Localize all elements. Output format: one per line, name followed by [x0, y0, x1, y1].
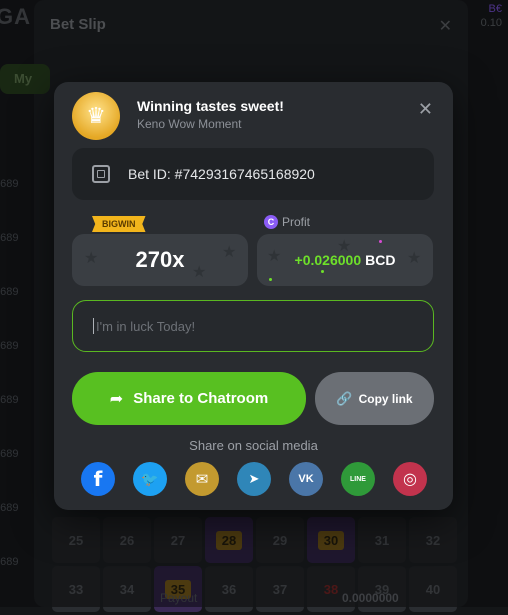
- big-win-share-modal: ♛ Winning tastes sweet! Keno Wow Moment …: [54, 82, 453, 510]
- profit-value: +0.026000: [294, 252, 362, 268]
- crown-badge-icon: ♛: [72, 92, 120, 140]
- social-share-row: f 🐦 ✉ ➤ VK LINE ◎: [81, 462, 427, 496]
- instagram-icon[interactable]: ◎: [393, 462, 427, 496]
- message-placeholder: I'm in luck Today!: [96, 318, 196, 334]
- line-icon[interactable]: LINE: [341, 462, 375, 496]
- share-arrow-icon: ➦: [109, 390, 124, 408]
- share-to-chatroom-button[interactable]: ➦ Share to Chatroom: [72, 372, 306, 425]
- profit-label: C Profit: [264, 215, 310, 229]
- vk-icon[interactable]: VK: [289, 462, 323, 496]
- copy-link-button[interactable]: 🔗 Copy link: [315, 372, 434, 425]
- close-icon[interactable]: ✕: [418, 99, 433, 120]
- multiplier-box: ★ ★ ★ 270x: [72, 234, 248, 286]
- star-decoration-icon: ★: [267, 248, 282, 265]
- twitter-icon[interactable]: 🐦: [133, 462, 167, 496]
- star-decoration-icon: ★: [192, 264, 207, 281]
- link-icon: 🔗: [336, 390, 353, 406]
- modal-title: Winning tastes sweet!: [137, 98, 284, 114]
- bcd-coin-icon: C: [264, 215, 278, 229]
- sparkle-icon: [269, 278, 272, 281]
- star-decoration-icon: ★: [84, 250, 99, 267]
- text-caret: [93, 318, 94, 334]
- bet-id-box: Bet ID: #74293167465168920: [72, 148, 434, 200]
- bet-id-icon: [92, 165, 110, 183]
- modal-subtitle: Keno Wow Moment: [137, 117, 242, 131]
- bigwin-tag: BIGWIN: [92, 216, 146, 232]
- email-icon[interactable]: ✉: [185, 462, 219, 496]
- message-input[interactable]: I'm in luck Today!: [72, 300, 434, 352]
- social-share-label: Share on social media: [189, 438, 318, 453]
- star-decoration-icon: ★: [222, 244, 237, 261]
- sparkle-icon: [321, 270, 324, 273]
- profit-currency: BCD: [365, 252, 396, 268]
- telegram-icon[interactable]: ➤: [237, 462, 271, 496]
- multiplier-value: 270x: [135, 247, 185, 272]
- star-decoration-icon: ★: [407, 250, 422, 267]
- profit-box: ★ ★ ★ +0.026000 BCD: [257, 234, 433, 286]
- facebook-icon[interactable]: f: [81, 462, 115, 496]
- sparkle-icon: [379, 240, 382, 243]
- bet-id-text: Bet ID: #74293167465168920: [128, 166, 315, 182]
